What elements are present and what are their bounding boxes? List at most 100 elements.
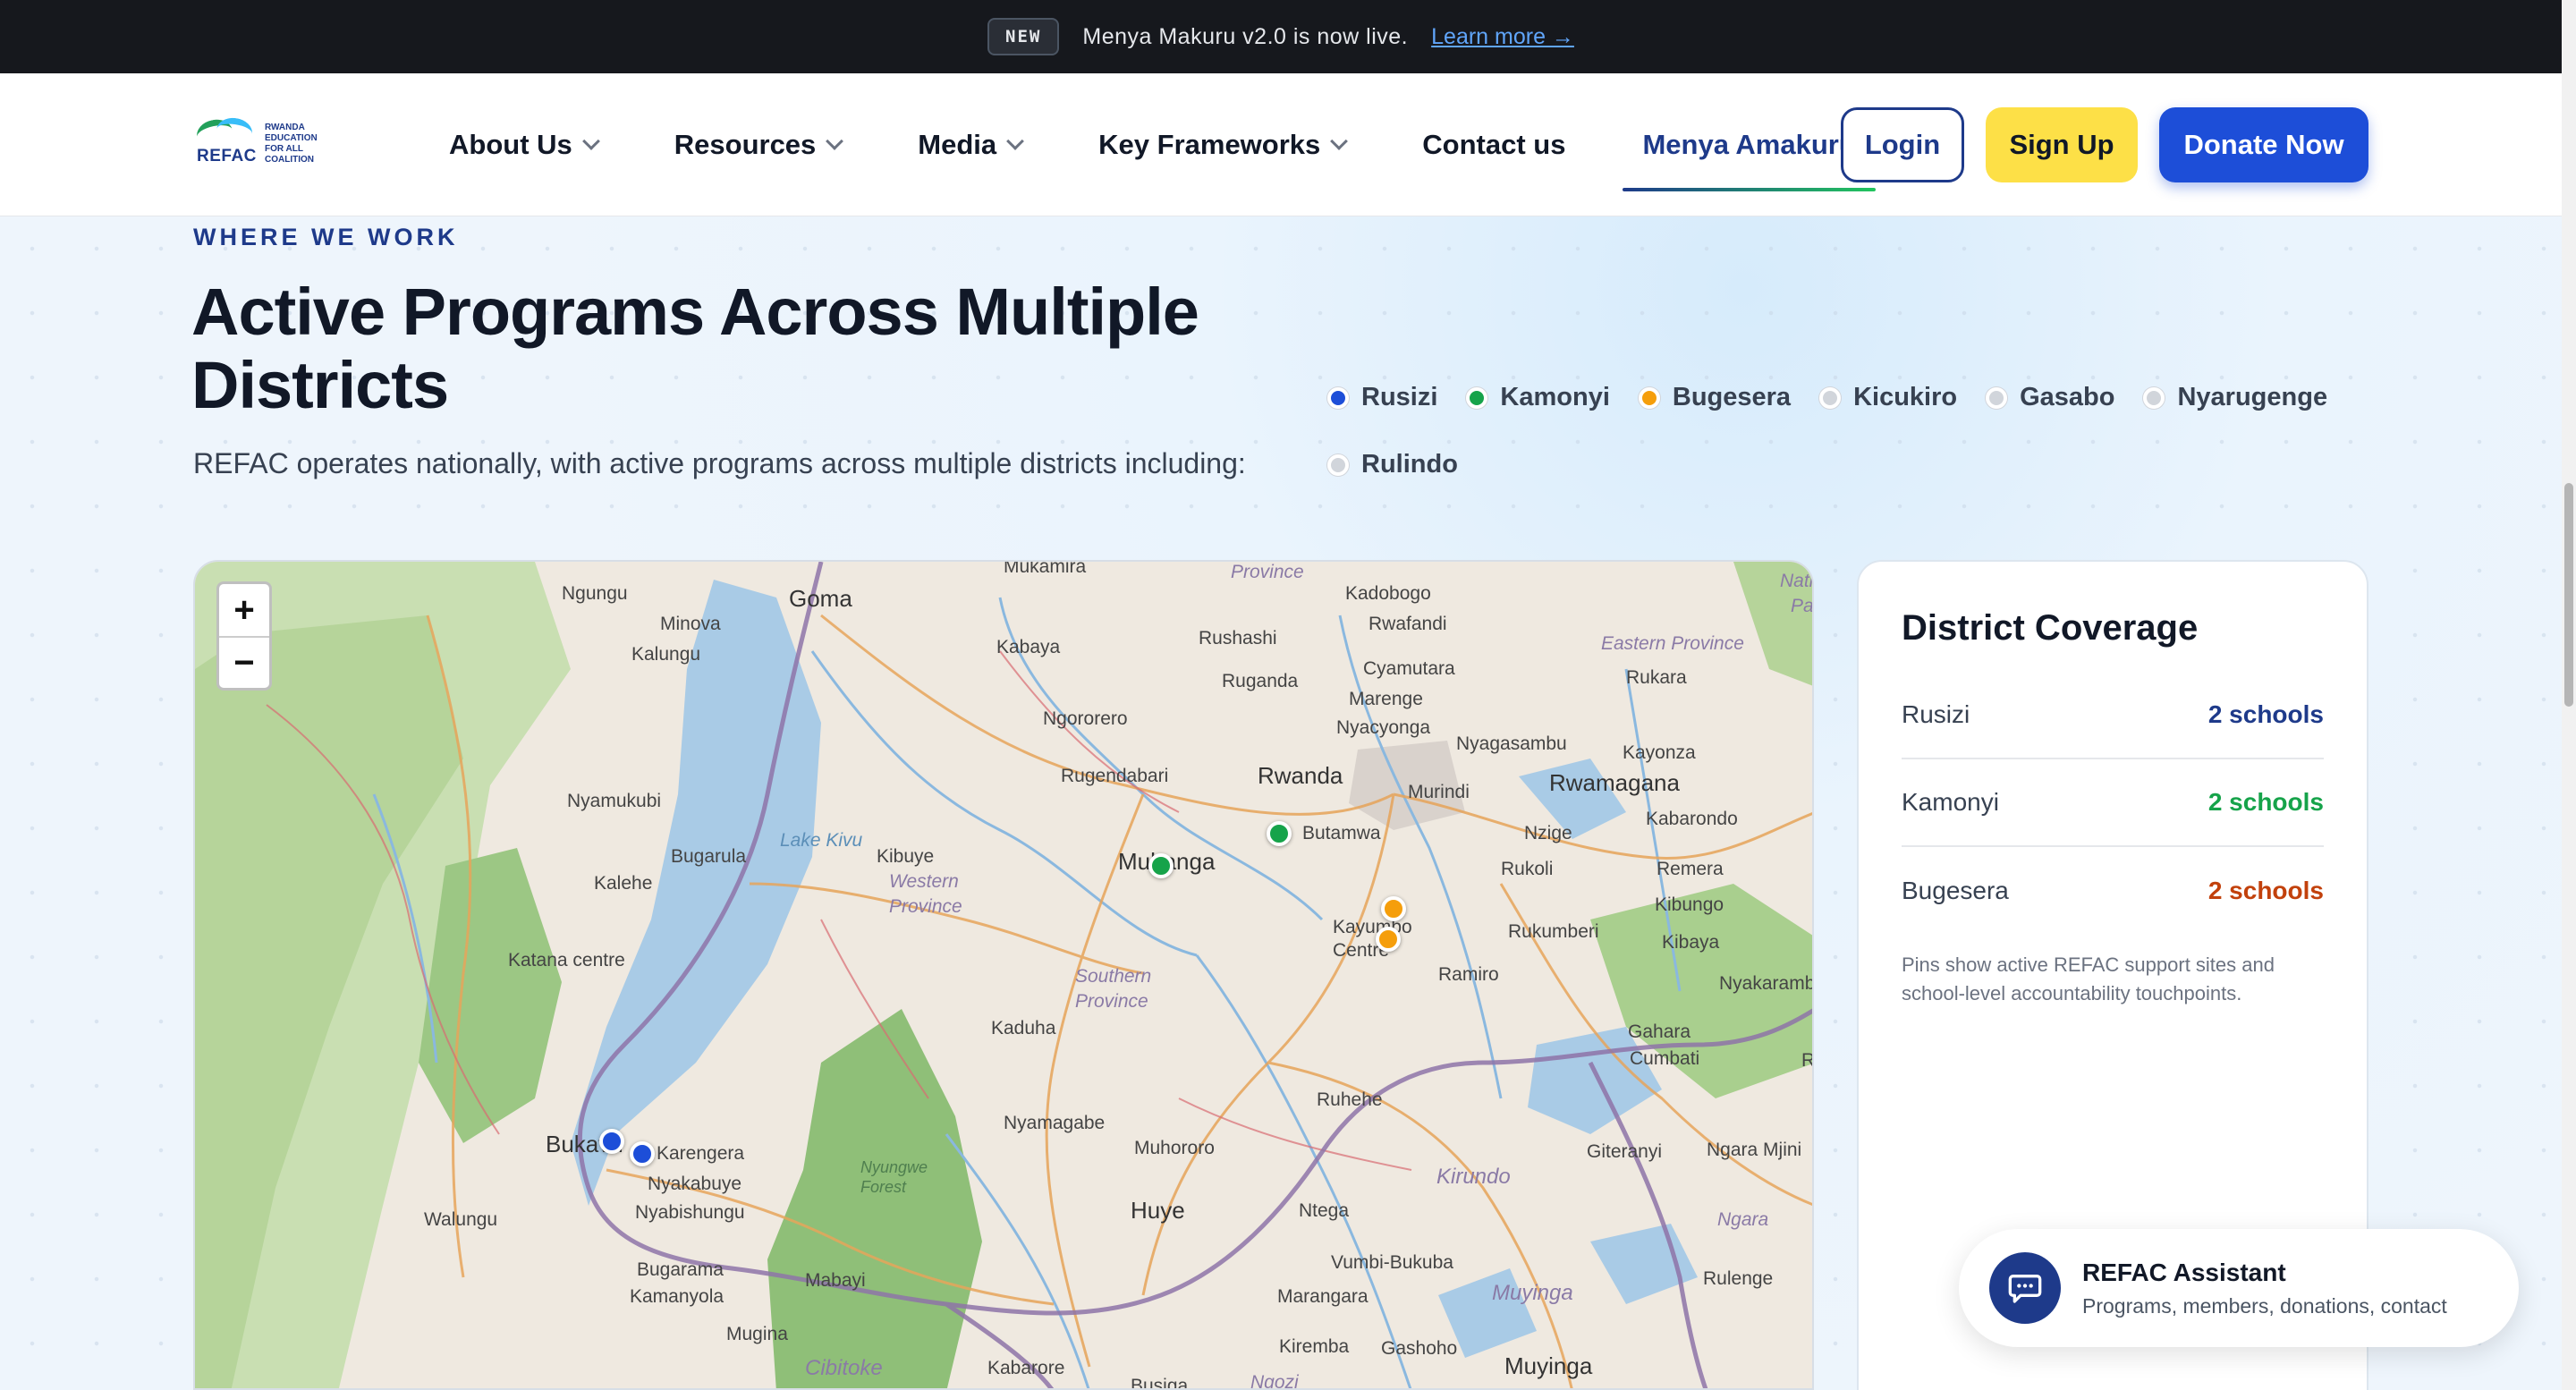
map-label: Muyinga	[1492, 1281, 1573, 1305]
map-label: Rukumberi	[1508, 921, 1599, 942]
donate-button[interactable]: Donate Now	[2159, 107, 2368, 182]
legend-label: Bugesera	[1672, 383, 1792, 411]
map-label: Ngororero	[1043, 708, 1128, 729]
signup-button[interactable]: Sign Up	[1986, 107, 2138, 182]
legend-dot	[2143, 386, 2165, 409]
map-label: Muhororo	[1134, 1138, 1215, 1158]
legend-item-rusizi[interactable]: Rusizi	[1327, 383, 1437, 412]
main-nav: About Us Resources Media Key Frameworks …	[429, 73, 1913, 216]
section-title: Active Programs Across Multiple District…	[191, 275, 1199, 422]
map-label: Busiga	[1131, 1376, 1189, 1390]
login-button[interactable]: Login	[1841, 107, 1964, 182]
map-label: Mukamira	[1004, 560, 1087, 577]
map-pin-bugesera[interactable]	[1381, 896, 1406, 921]
map-label: Rugendabari	[1061, 766, 1169, 786]
legend-item-kicukiro[interactable]: Kicukiro	[1819, 383, 1957, 412]
page-scrollbar[interactable]	[2562, 0, 2576, 1390]
coverage-title: District Coverage	[1902, 608, 2199, 648]
district-map[interactable]: + − Goma Ngungu Minova Kalungu Kabaya Mu…	[193, 560, 1814, 1390]
section-eyebrow: WHERE WE WORK	[193, 224, 459, 250]
map-label: Bugarula	[671, 846, 747, 867]
map-label: Kabarondo	[1646, 809, 1738, 829]
nav-label: Media	[918, 129, 997, 160]
map-label: Kibuye	[877, 846, 935, 867]
map-label: Kayonza	[1623, 742, 1696, 763]
legend-item-rulindo[interactable]: Rulindo	[1327, 450, 1458, 479]
map-label: Pa	[1791, 596, 1814, 616]
map-label: Minova	[660, 614, 721, 634]
scrollbar-thumb[interactable]	[2564, 483, 2573, 707]
map-label: Ngungu	[562, 583, 628, 604]
legend-dot	[1327, 453, 1349, 476]
nav-label: Contact us	[1422, 129, 1566, 160]
map-pin-rusizi[interactable]	[599, 1129, 624, 1154]
map-label: Kibaya	[1662, 932, 1720, 953]
assistant-title: REFAC Assistant	[2082, 1258, 2286, 1286]
map-pin-bugesera[interactable]	[1376, 927, 1401, 952]
chat-icon	[1989, 1252, 2061, 1324]
map-label: Southern Province	[1075, 966, 1152, 1012]
logo-wordmark: REFAC	[197, 147, 257, 165]
zoom-in-button[interactable]: +	[219, 584, 269, 636]
nav-key-frameworks[interactable]: Key Frameworks	[1079, 73, 1365, 216]
nav-media[interactable]: Media	[898, 73, 1041, 216]
coverage-district: Rusizi	[1902, 700, 1970, 728]
legend-item-nyarugenge[interactable]: Nyarugenge	[2143, 383, 2327, 412]
legend-label: Kamonyi	[1500, 383, 1610, 411]
map-label: Ruhehe	[1317, 1089, 1383, 1110]
nav-contact-us[interactable]: Contact us	[1402, 73, 1585, 216]
refac-assistant-widget[interactable]: REFAC Assistant Programs, members, donat…	[1959, 1229, 2519, 1347]
logo-tagline: RWANDA EDUCATION FOR ALL COALITION	[265, 123, 318, 165]
map-label: Ntega	[1299, 1200, 1350, 1221]
nav-label: Key Frameworks	[1098, 129, 1321, 160]
map-label: Kabaya	[996, 637, 1061, 657]
map-label: Nyakabuye	[648, 1174, 742, 1194]
map-zoom-control: + −	[216, 581, 272, 691]
map-label: Karengera	[657, 1143, 745, 1164]
map-pin-kamonyi[interactable]	[1148, 853, 1174, 878]
map-label: Marenge	[1349, 689, 1423, 709]
announcement-text: Menya Makuru v2.0 is now live.	[1082, 23, 1409, 49]
legend-label: Kicukiro	[1853, 383, 1958, 411]
map-label: Nzige	[1524, 823, 1572, 843]
district-legend: Rusizi Kamonyi Bugesera Kicukiro Gasabo …	[1327, 383, 2383, 479]
map-label: Goma	[789, 585, 852, 612]
legend-item-bugesera[interactable]: Bugesera	[1638, 383, 1792, 412]
map-label: Ru	[1801, 1050, 1814, 1071]
map-label: Butamwa	[1302, 823, 1381, 843]
map-label: Mabayi	[805, 1270, 866, 1291]
map-pin-kamonyi[interactable]	[1267, 821, 1292, 846]
nav-menya-amakuru[interactable]: Menya Amakuru	[1623, 73, 1877, 216]
refac-logo[interactable]: REFAC RWANDA EDUCATION FOR ALL COALITION	[193, 113, 327, 175]
zoom-out-button[interactable]: −	[219, 636, 269, 688]
map-label: Kibungo	[1655, 894, 1724, 915]
legend-item-kamonyi[interactable]: Kamonyi	[1466, 383, 1610, 412]
map-label: Ngozi	[1250, 1372, 1299, 1390]
map-label: Kalungu	[631, 644, 701, 665]
legend-item-gasabo[interactable]: Gasabo	[1986, 383, 2114, 412]
map-label: Lake Kivu	[780, 830, 863, 851]
learn-more-link[interactable]: Learn more →	[1431, 24, 1574, 50]
map-label: Vumbi-Bukuba	[1331, 1252, 1453, 1273]
map-label: Ruganda	[1222, 671, 1299, 691]
map-label: Cumbati	[1630, 1048, 1700, 1069]
map-label: Murindi	[1408, 782, 1470, 802]
coverage-district: Bugesera	[1902, 877, 2009, 904]
nav-about-us[interactable]: About Us	[429, 73, 617, 216]
coverage-count: 2 schools	[2207, 700, 2324, 728]
map-label: Cibitoke	[805, 1356, 883, 1380]
legend-dot	[1466, 386, 1488, 409]
map-label: Eastern Province	[1601, 633, 1744, 654]
map-label: Nyabishungu	[635, 1202, 745, 1223]
map-label: Rwamagana	[1549, 769, 1680, 796]
map-label: Nyakarambi	[1719, 973, 1814, 994]
map-label: Bugarama	[637, 1259, 724, 1280]
map-pin-rusizi[interactable]	[630, 1141, 655, 1166]
chevron-down-icon	[581, 132, 600, 150]
legend-dot	[1327, 386, 1349, 409]
map-label: Kabarore	[987, 1358, 1065, 1378]
map-label: Rwafandi	[1368, 614, 1447, 634]
nav-resources[interactable]: Resources	[655, 73, 861, 216]
map-label: Rukara	[1626, 667, 1687, 688]
map-label: Remera	[1657, 859, 1724, 879]
